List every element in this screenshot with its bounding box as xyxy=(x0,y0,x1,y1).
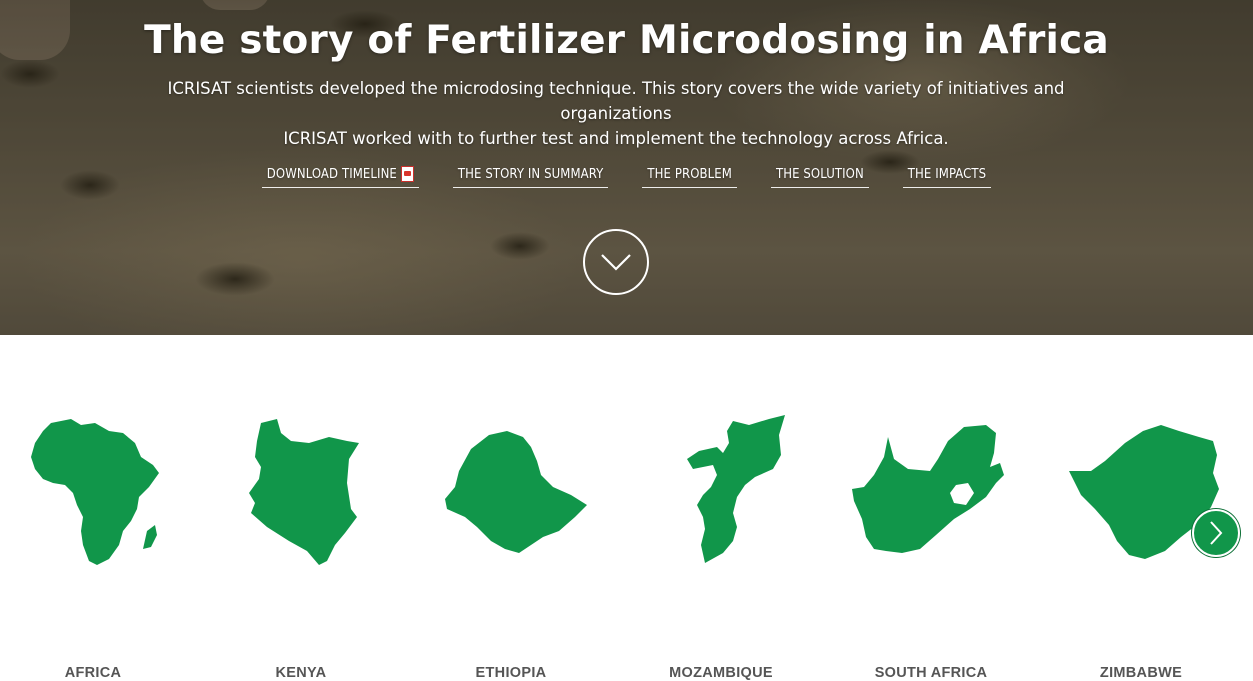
country-card-kenya[interactable]: KENYA xyxy=(216,413,386,681)
hero-subtitle: ICRISAT scientists developed the microdo… xyxy=(116,76,1116,151)
kenya-map-icon xyxy=(249,419,359,565)
carousel-next-button[interactable] xyxy=(1192,509,1240,557)
country-card-africa[interactable]: AFRICA xyxy=(8,413,178,681)
nav-label: DOWNLOAD TIMELINE xyxy=(266,166,397,182)
mozambique-map-icon xyxy=(687,415,785,563)
chevron-down-icon xyxy=(601,254,631,271)
country-label: ZIMBABWE xyxy=(1099,665,1183,681)
chevron-right-icon xyxy=(1210,521,1223,545)
solution-link[interactable]: THE SOLUTION xyxy=(770,166,869,188)
story-summary-link[interactable]: THE STORY IN SUMMARY xyxy=(452,166,609,188)
pdf-icon xyxy=(400,166,414,182)
nav-label: THE PROBLEM xyxy=(647,166,732,182)
country-label: ETHIOPIA xyxy=(475,665,547,681)
country-card-south-africa[interactable]: SOUTH AFRICA xyxy=(846,413,1016,681)
country-label: AFRICA xyxy=(64,665,122,681)
ethiopia-map-icon xyxy=(445,431,587,553)
scroll-down-button[interactable] xyxy=(583,229,649,295)
country-card-mozambique[interactable]: MOZAMBIQUE xyxy=(636,413,806,681)
impacts-link[interactable]: THE IMPACTS xyxy=(902,166,992,188)
nav-label: THE STORY IN SUMMARY xyxy=(457,166,604,182)
africa-map-icon xyxy=(31,419,159,565)
country-label: SOUTH AFRICA xyxy=(874,665,988,681)
hero-subtitle-line: ICRISAT scientists developed the microdo… xyxy=(167,79,1065,123)
download-timeline-link[interactable]: DOWNLOAD TIMELINE xyxy=(261,166,419,188)
nav-label: THE SOLUTION xyxy=(775,166,864,182)
page-title: The story of Fertilizer Microdosing in A… xyxy=(144,18,1109,63)
country-label: MOZAMBIQUE xyxy=(669,665,773,681)
story-nav: DOWNLOAD TIMELINE THE STORY IN SUMMARY T… xyxy=(0,166,1253,188)
hero-banner: The story of Fertilizer Microdosing in A… xyxy=(0,0,1253,335)
nav-label: THE IMPACTS xyxy=(907,166,987,182)
problem-link[interactable]: THE PROBLEM xyxy=(642,166,737,188)
hero-subtitle-line: ICRISAT worked with to further test and … xyxy=(283,129,949,148)
country-card-ethiopia[interactable]: ETHIOPIA xyxy=(426,413,596,681)
south-africa-map-icon xyxy=(852,425,1004,553)
country-carousel: AFRICA KENYA ETHIOPIA MOZAMBIQUE SOUTH A… xyxy=(0,335,1253,681)
country-label: KENYA xyxy=(275,665,327,681)
